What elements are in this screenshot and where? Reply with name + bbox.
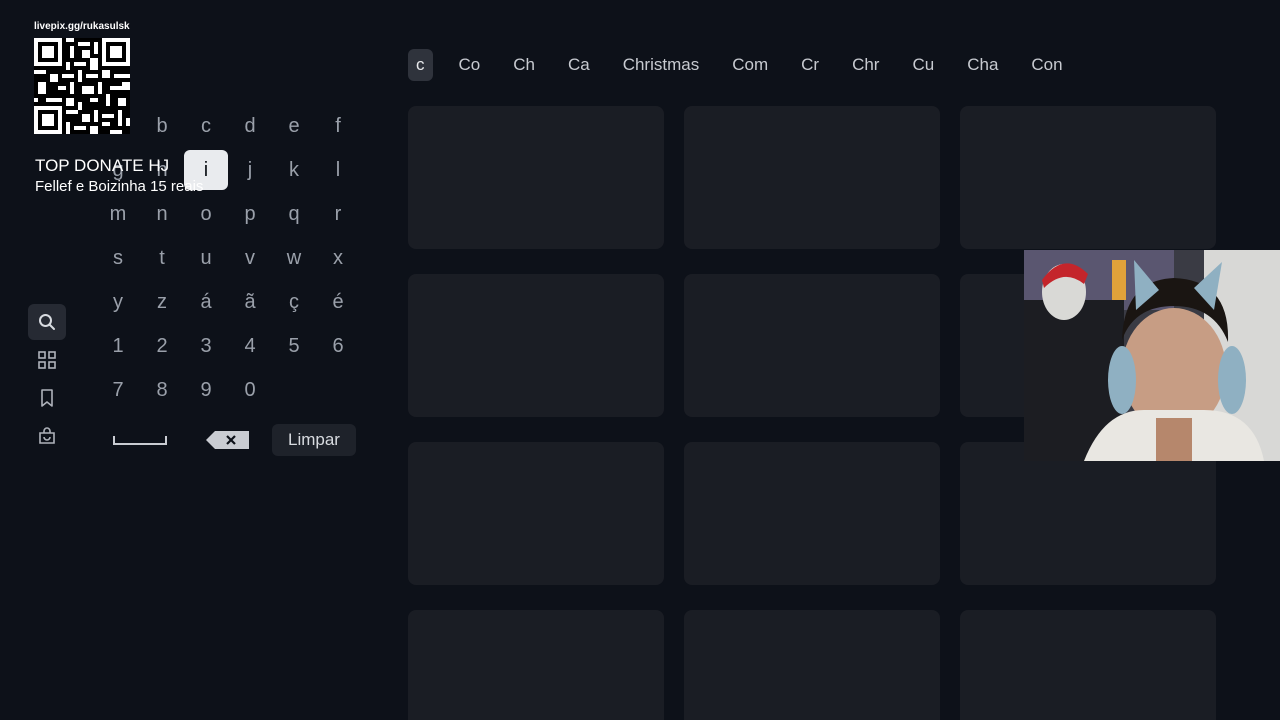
keyboard-row: yzáãçé: [96, 280, 376, 324]
keyboard-row: stuvwx: [96, 236, 376, 280]
key-1[interactable]: 1: [96, 324, 140, 368]
key-e[interactable]: e: [272, 104, 316, 148]
key-p[interactable]: p: [228, 192, 272, 236]
suggestion-chip[interactable]: c: [408, 49, 433, 81]
suggestion-chip[interactable]: Co: [451, 49, 489, 81]
result-tile-placeholder[interactable]: [684, 106, 940, 249]
key-7[interactable]: 7: [96, 368, 140, 412]
keyboard-row: 123456: [96, 324, 376, 368]
suggestion-chip[interactable]: Cha: [959, 49, 1006, 81]
suggestion-chip[interactable]: Cu: [904, 49, 942, 81]
key-o[interactable]: o: [184, 192, 228, 236]
key-f[interactable]: f: [316, 104, 360, 148]
key-v[interactable]: v: [228, 236, 272, 280]
bookmark-icon: [41, 389, 53, 407]
clear-button[interactable]: Limpar: [272, 424, 356, 456]
key-9[interactable]: 9: [184, 368, 228, 412]
key-x[interactable]: x: [316, 236, 360, 280]
key-j[interactable]: j: [228, 148, 272, 192]
result-tile-placeholder[interactable]: [684, 274, 940, 417]
result-tile-placeholder[interactable]: [408, 106, 664, 249]
space-icon: [113, 435, 167, 445]
nav-store[interactable]: [28, 418, 66, 454]
keyboard-action-row: Limpar: [96, 418, 376, 462]
key-d[interactable]: d: [228, 104, 272, 148]
key-4[interactable]: 4: [228, 324, 272, 368]
result-tile-placeholder[interactable]: [960, 106, 1216, 249]
key-s[interactable]: s: [96, 236, 140, 280]
key-z[interactable]: z: [140, 280, 184, 324]
suggestion-chip[interactable]: Ch: [505, 49, 543, 81]
key-ã[interactable]: ã: [228, 280, 272, 324]
key-2[interactable]: 2: [140, 324, 184, 368]
suggestion-chip[interactable]: Chr: [844, 49, 887, 81]
suggestion-chip[interactable]: Christmas: [615, 49, 708, 81]
key-l[interactable]: l: [316, 148, 360, 192]
result-tile-placeholder[interactable]: [684, 442, 940, 585]
key-c[interactable]: c: [184, 104, 228, 148]
nav-grid[interactable]: [28, 342, 66, 378]
backspace-icon: [206, 431, 249, 449]
space-key[interactable]: [96, 422, 184, 458]
keyboard-row: 7890: [96, 368, 376, 412]
key-5[interactable]: 5: [272, 324, 316, 368]
nav-rail: [28, 304, 66, 456]
nav-search[interactable]: [28, 304, 66, 340]
donate-title: TOP DONATE HJ: [35, 156, 170, 175]
key-k[interactable]: k: [272, 148, 316, 192]
result-tile-placeholder[interactable]: [408, 274, 664, 417]
result-tile-placeholder[interactable]: [408, 610, 664, 720]
nav-bookmark[interactable]: [28, 380, 66, 416]
suggestion-chip[interactable]: Cr: [793, 49, 827, 81]
donate-line: Fellef e Boizinha 15 reais: [35, 178, 204, 195]
qr-url: livepix.gg/rukasulsk: [34, 21, 130, 32]
key-n[interactable]: n: [140, 192, 184, 236]
key-8[interactable]: 8: [140, 368, 184, 412]
key-m[interactable]: m: [96, 192, 140, 236]
result-tile-placeholder[interactable]: [960, 442, 1216, 585]
key-u[interactable]: u: [184, 236, 228, 280]
store-icon: [39, 427, 55, 444]
webcam-feed: [1024, 250, 1280, 461]
key-r[interactable]: r: [316, 192, 360, 236]
search-suggestions: c Co Ch Ca Christmas Com Cr Chr Cu Cha Con: [408, 49, 1088, 81]
suggestion-chip[interactable]: Com: [724, 49, 776, 81]
keyboard-row: mnopqr: [96, 192, 376, 236]
key-á[interactable]: á: [184, 280, 228, 324]
key-3[interactable]: 3: [184, 324, 228, 368]
key-0[interactable]: 0: [228, 368, 272, 412]
key-w[interactable]: w: [272, 236, 316, 280]
key-t[interactable]: t: [140, 236, 184, 280]
result-tile-placeholder[interactable]: [960, 610, 1216, 720]
key-y[interactable]: y: [96, 280, 140, 324]
key-b[interactable]: b: [140, 104, 184, 148]
result-tile-placeholder[interactable]: [684, 610, 940, 720]
qr-code: [34, 38, 130, 134]
key-q[interactable]: q: [272, 192, 316, 236]
search-icon: [39, 314, 55, 330]
backspace-key[interactable]: [184, 422, 272, 458]
keyboard-row: abcdef: [96, 104, 376, 148]
key-ç[interactable]: ç: [272, 280, 316, 324]
suggestion-chip[interactable]: Con: [1023, 49, 1070, 81]
result-tile-placeholder[interactable]: [408, 442, 664, 585]
grid-icon: [38, 351, 56, 369]
key-6[interactable]: 6: [316, 324, 360, 368]
suggestion-chip[interactable]: Ca: [560, 49, 598, 81]
key-é[interactable]: é: [316, 280, 360, 324]
